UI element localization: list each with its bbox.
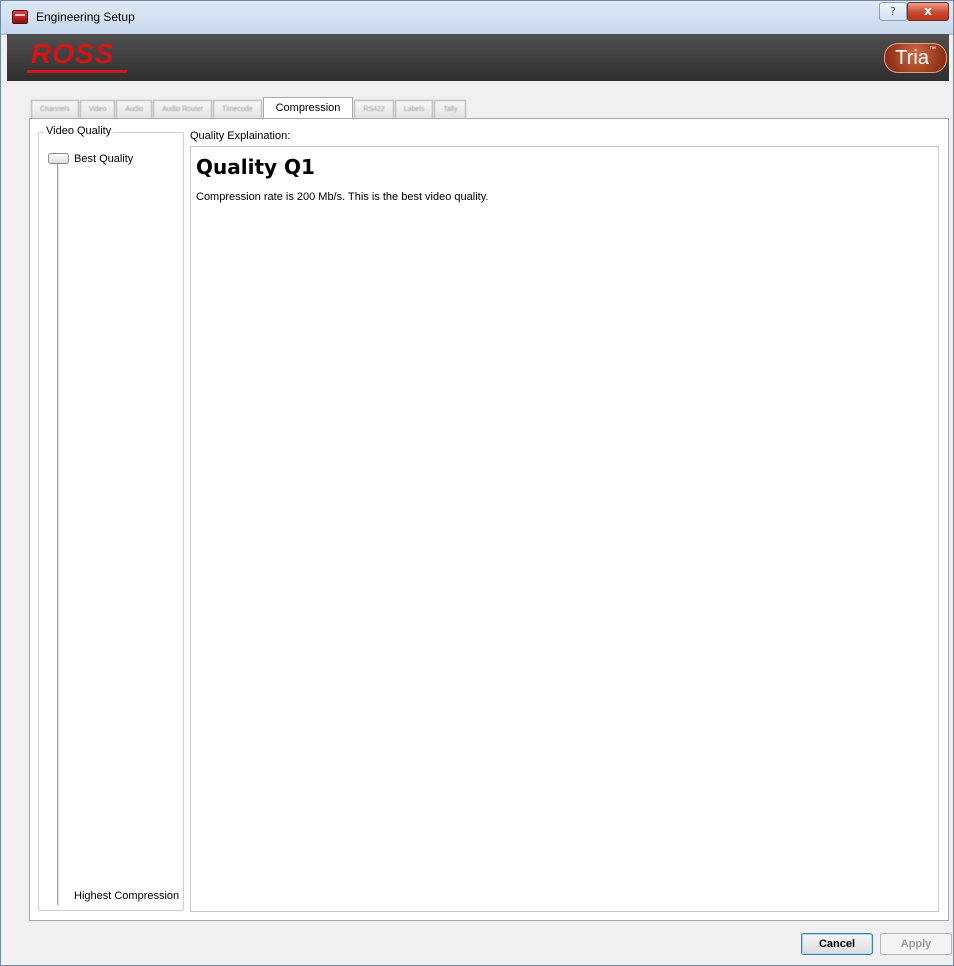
- cancel-button[interactable]: Cancel: [801, 933, 873, 955]
- tab-bar: Channels Video Audio Audio Router Timeco…: [31, 97, 467, 119]
- ross-logo-underline: [26, 70, 128, 73]
- window-title: Engineering Setup: [36, 10, 135, 24]
- tria-logo: Tria™: [884, 43, 947, 73]
- trademark-mark: ™: [929, 46, 936, 53]
- ross-logo: ROSS: [31, 38, 115, 69]
- tab-channels[interactable]: Channels: [31, 100, 79, 118]
- quality-description: Compression rate is 200 Mb/s. This is th…: [196, 191, 489, 203]
- quality-explanation-label: Quality Explaination:: [190, 130, 291, 142]
- highest-compression-label: Highest Compression: [74, 890, 180, 902]
- tab-audio[interactable]: Audio: [116, 100, 153, 118]
- tab-timecode[interactable]: Timecode: [213, 100, 262, 118]
- tab-rs422[interactable]: RS422: [354, 100, 394, 118]
- help-button[interactable]: ?: [879, 2, 907, 21]
- apply-button[interactable]: Apply: [880, 933, 952, 955]
- tria-logo-text: Tria: [895, 47, 929, 69]
- video-quality-title: Video Quality: [44, 125, 114, 137]
- best-quality-label: Best Quality: [74, 153, 134, 165]
- quality-slider-track[interactable]: [57, 163, 60, 905]
- quality-heading: Quality Q1: [196, 155, 315, 179]
- tab-tally[interactable]: Tally: [434, 100, 467, 118]
- header-banner: ROSS Tria™: [7, 34, 949, 81]
- tab-video[interactable]: Video: [79, 100, 116, 118]
- tab-compression[interactable]: Compression: [262, 97, 354, 119]
- quality-slider-handle[interactable]: [48, 153, 69, 164]
- tab-audio-router[interactable]: Audio Router: [153, 100, 213, 118]
- app-icon: [12, 10, 28, 24]
- tab-labels[interactable]: Labels: [394, 100, 434, 118]
- title-bar: Engineering Setup ? x: [1, 1, 953, 35]
- close-button[interactable]: x: [907, 2, 949, 21]
- quality-explanation-box: Quality Q1 Compression rate is 200 Mb/s.…: [190, 146, 939, 912]
- engineering-setup-window: Engineering Setup ? x ROSS Tria™ Channel…: [0, 0, 954, 966]
